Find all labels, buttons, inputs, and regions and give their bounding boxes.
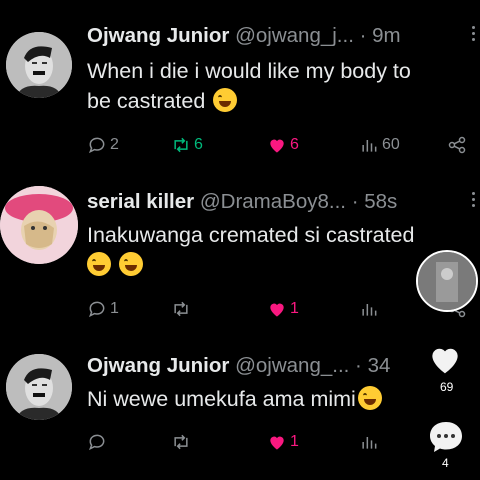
repost-icon — [174, 301, 188, 317]
laughing-emoji-icon — [213, 88, 238, 112]
heart-overlay-icon[interactable] — [426, 340, 464, 378]
view-count: 60 — [382, 136, 400, 153]
timestamp: · 58s — [351, 190, 398, 213]
reply-icon — [88, 137, 105, 154]
repost-button[interactable] — [171, 430, 194, 454]
action-bar: 1 — [87, 430, 477, 454]
views-icon — [362, 304, 377, 316]
repost-icon — [174, 434, 188, 450]
post-text: Ni wewe umekufa ama mimi — [87, 384, 382, 414]
user-handle[interactable]: @DramaBoy8... — [200, 190, 346, 213]
post-text: Inakuwanga cremated si castrated — [87, 220, 414, 280]
post-header: serial killer @DramaBoy8... · 58s — [87, 190, 397, 214]
views-icon — [362, 140, 377, 152]
avatar-image — [6, 354, 72, 420]
post-header: Ojwang Junior @ojwang_... · 34 — [87, 354, 390, 378]
repost-button[interactable] — [171, 297, 194, 321]
like-button[interactable]: 1 — [267, 430, 299, 454]
heart-filled-icon — [270, 139, 284, 153]
laughing-emoji-icon — [118, 252, 143, 276]
avatar[interactable] — [6, 354, 72, 420]
share-icon — [448, 136, 466, 154]
display-name[interactable]: serial killer — [87, 190, 194, 213]
timestamp: · 9m — [359, 24, 401, 47]
reply-count: 1 — [110, 300, 119, 317]
share-button[interactable] — [447, 133, 467, 157]
like-count: 1 — [290, 433, 299, 450]
post-header: Ojwang Junior @ojwang_j... · 9m — [87, 24, 401, 48]
post-text-line: Ni wewe umekufa ama mimi — [87, 387, 356, 411]
heart-filled-icon — [270, 436, 284, 450]
creator-avatar[interactable] — [416, 250, 478, 312]
like-count: 1 — [290, 300, 299, 317]
repost-button[interactable]: 6 — [171, 133, 203, 157]
heart-filled-icon — [270, 303, 284, 317]
views-button[interactable]: 60 — [359, 133, 400, 157]
display-name[interactable]: Ojwang Junior — [87, 354, 229, 377]
more-options-icon[interactable] — [470, 192, 476, 212]
like-button[interactable]: 1 — [267, 297, 299, 321]
action-bar: 2 6 6 60 — [87, 133, 477, 157]
like-button[interactable]: 6 — [267, 133, 299, 157]
views-button[interactable] — [359, 297, 382, 321]
laughing-emoji-icon — [87, 252, 111, 276]
views-button[interactable] — [359, 430, 382, 454]
overlay-comment-count: 4 — [442, 456, 449, 470]
avatar-image — [0, 186, 78, 264]
reply-icon — [88, 301, 105, 318]
reply-button[interactable] — [87, 430, 110, 454]
user-handle[interactable]: @ojwang_j... — [235, 24, 354, 47]
avatar-image — [6, 32, 72, 98]
repost-count: 6 — [194, 136, 203, 153]
repost-icon — [174, 137, 188, 153]
reply-count: 2 — [110, 136, 119, 153]
comment-overlay-icon[interactable] — [428, 420, 464, 454]
user-handle[interactable]: @ojwang_... — [235, 354, 349, 377]
post-text: When i die i would like my body to be ca… — [87, 56, 411, 116]
like-count: 6 — [290, 136, 299, 153]
post-text-line: be castrated — [87, 89, 206, 113]
post-text-line: Inakuwanga cremated si castrated — [87, 223, 415, 247]
post-text-line: When i die i would like my body to — [87, 59, 411, 83]
views-icon — [362, 437, 377, 449]
avatar[interactable] — [6, 32, 72, 98]
overlay-like-count: 69 — [440, 380, 454, 394]
reply-button[interactable]: 2 — [87, 133, 119, 157]
more-options-icon[interactable] — [470, 26, 476, 46]
action-bar: 1 1 — [87, 297, 477, 321]
timestamp: · 34 — [355, 354, 391, 377]
reply-icon — [88, 434, 105, 451]
laughing-emoji-icon — [357, 386, 382, 410]
avatar[interactable] — [0, 186, 78, 264]
reply-button[interactable]: 1 — [87, 297, 119, 321]
display-name[interactable]: Ojwang Junior — [87, 24, 229, 47]
avatar-image — [418, 252, 476, 310]
